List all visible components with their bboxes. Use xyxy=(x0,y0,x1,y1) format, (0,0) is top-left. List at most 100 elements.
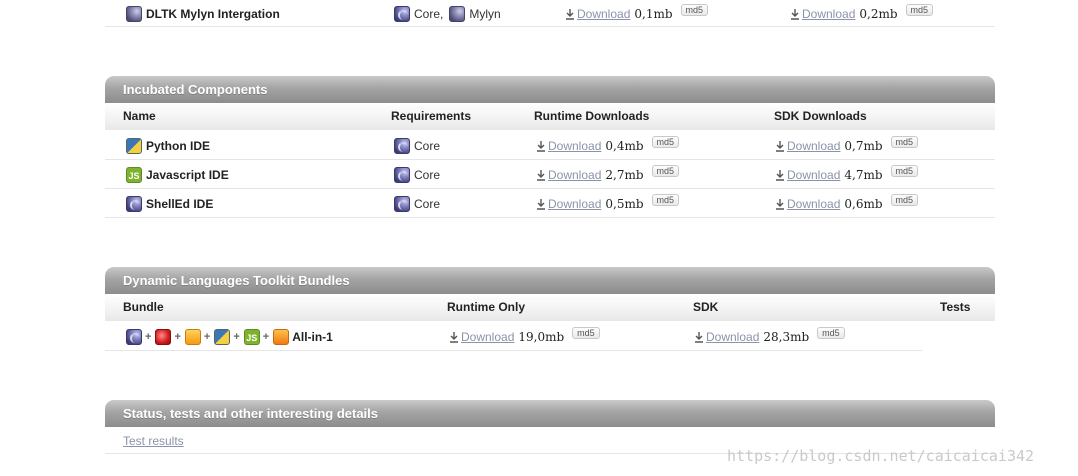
core-icon xyxy=(394,137,410,154)
name-cell: ShellEd IDE xyxy=(126,189,213,218)
download-arrow-icon xyxy=(791,8,799,20)
python-icon xyxy=(214,328,231,345)
sdk-download-link[interactable]: Download xyxy=(706,330,759,344)
runtime-size: 2,7mb xyxy=(605,167,644,182)
md5-button[interactable]: md5 xyxy=(905,3,934,16)
req-core: Core, xyxy=(414,6,444,21)
runtime-download-link[interactable]: Download xyxy=(548,197,601,211)
download-arrow-icon xyxy=(537,198,545,210)
bundles-section-header: Dynamic Languages Toolkit Bundles xyxy=(105,267,995,294)
runtime-download-cell: Download 19,0mb md5 xyxy=(449,322,600,351)
incubated-column-headers: Name Requirements Runtime Downloads SDK … xyxy=(105,103,995,130)
table-row-shelled-ide: ShellEd IDE Core Download 0,5mb md5 Down… xyxy=(105,189,995,218)
md5-button[interactable]: md5 xyxy=(817,326,845,339)
col-runtime-downloads: Runtime Downloads xyxy=(534,109,650,123)
mylyn-icon xyxy=(126,5,142,22)
download-arrow-icon xyxy=(566,8,574,20)
runtime-size: 0,4mb xyxy=(605,138,644,153)
python-icon xyxy=(126,137,142,154)
runtime-download-link[interactable]: Download xyxy=(548,139,601,153)
javascript-icon: JS xyxy=(126,166,142,183)
sdk-download-link[interactable]: Download xyxy=(787,197,840,211)
row-name: Python IDE xyxy=(146,138,211,153)
req-core: Core xyxy=(414,196,441,211)
sdk-size: 4,7mb xyxy=(844,167,883,182)
col-name: Name xyxy=(123,109,156,123)
requirements-cell: Core, Mylyn xyxy=(394,0,501,27)
md5-button[interactable]: md5 xyxy=(890,193,919,206)
sdk-size: 0,6mb xyxy=(844,196,883,211)
md5-button[interactable]: md5 xyxy=(651,193,680,206)
sdk-download-link[interactable]: Download xyxy=(802,7,855,21)
col-sdk-downloads: SDK Downloads xyxy=(774,109,867,123)
test-results-link[interactable]: Test results xyxy=(123,434,184,448)
download-arrow-icon xyxy=(776,169,784,181)
row-name: ShellEd IDE xyxy=(146,196,214,211)
sdk-download-cell: Download 28,3mb md5 xyxy=(694,322,845,351)
req-core: Core xyxy=(414,138,441,153)
plus-sign: + xyxy=(203,330,211,343)
mylyn-icon xyxy=(449,5,466,22)
core-icon xyxy=(394,5,410,22)
core-icon xyxy=(394,166,410,183)
table-row-all-in-1: + + + + JS + All-in-1 Download 19,0mb md… xyxy=(105,322,922,351)
runtime-size: 0,5mb xyxy=(605,196,644,211)
md5-button[interactable]: md5 xyxy=(651,164,680,177)
runtime-download-link[interactable]: Download xyxy=(577,7,630,21)
watermark-text: https://blog.csdn.net/caicaicai342 xyxy=(727,447,1035,465)
md5-button[interactable]: md5 xyxy=(890,164,919,177)
tcl-icon xyxy=(184,328,201,345)
col-sdk: SDK xyxy=(693,300,719,314)
sdk-size: 0,7mb xyxy=(844,138,883,153)
table-row-dltk-mylyn: DLTK Mylyn Intergation Core, Mylyn Downl… xyxy=(105,0,995,27)
requirements-cell: Core xyxy=(394,131,440,160)
md5-button[interactable]: md5 xyxy=(680,3,709,16)
requirements-cell: Core xyxy=(394,189,440,218)
col-bundle: Bundle xyxy=(123,300,164,314)
core-icon xyxy=(394,195,410,212)
bundle-cell: + + + + JS + All-in-1 xyxy=(126,322,333,351)
plus-sign: + xyxy=(174,330,181,343)
plus-sign: + xyxy=(233,330,240,343)
plus-sign: + xyxy=(262,330,270,343)
download-arrow-icon xyxy=(695,331,703,343)
sdk-download-cell: Download 4,7mb md5 xyxy=(775,160,919,189)
sdk-size: 0,2mb xyxy=(859,6,898,21)
row-name: Javascript IDE xyxy=(146,167,229,182)
bundles-column-headers: Bundle Runtime Only SDK Tests xyxy=(105,294,995,321)
requirements-cell: Core xyxy=(394,160,440,189)
md5-button[interactable]: md5 xyxy=(572,326,600,339)
runtime-download-cell: Download 2,7mb md5 xyxy=(536,160,680,189)
col-requirements: Requirements xyxy=(391,109,472,123)
table-row-python-ide: Python IDE Core Download 0,4mb md5 Downl… xyxy=(105,131,995,160)
shelled-icon xyxy=(126,195,142,212)
md5-button[interactable]: md5 xyxy=(651,135,680,148)
status-cell: Test results xyxy=(123,427,184,454)
table-row-javascript-ide: JS Javascript IDE Core Download 2,7mb md… xyxy=(105,160,995,189)
runtime-download-link[interactable]: Download xyxy=(461,330,514,344)
download-arrow-icon xyxy=(537,140,545,152)
runtime-download-cell: Download 0,1mb md5 xyxy=(565,0,709,27)
runtime-download-link[interactable]: Download xyxy=(548,168,601,182)
runtime-download-cell: Download 0,5mb md5 xyxy=(536,189,680,218)
ruby-icon xyxy=(155,328,172,345)
sdk-download-link[interactable]: Download xyxy=(787,168,840,182)
sdk-download-link[interactable]: Download xyxy=(787,139,840,153)
md5-button[interactable]: md5 xyxy=(890,135,919,148)
status-section-header: Status, tests and other interesting deta… xyxy=(105,400,995,427)
col-tests: Tests xyxy=(940,300,971,314)
sdk-download-cell: Download 0,2mb md5 xyxy=(790,0,934,27)
sdk-size: 28,3mb xyxy=(763,329,810,344)
req-mylyn: Mylyn xyxy=(469,6,501,21)
runtime-size: 19,0mb xyxy=(518,329,565,344)
download-arrow-icon xyxy=(537,169,545,181)
name-cell: JS Javascript IDE xyxy=(126,160,229,189)
download-arrow-icon xyxy=(450,331,458,343)
sdk-download-cell: Download 0,7mb md5 xyxy=(775,131,919,160)
incubated-section-header: Incubated Components xyxy=(105,76,995,103)
plus-sign: + xyxy=(145,330,152,343)
col-runtime-only: Runtime Only xyxy=(447,300,526,314)
download-arrow-icon xyxy=(776,198,784,210)
name-cell: Python IDE xyxy=(126,131,210,160)
bundle-name: All-in-1 xyxy=(292,329,333,344)
